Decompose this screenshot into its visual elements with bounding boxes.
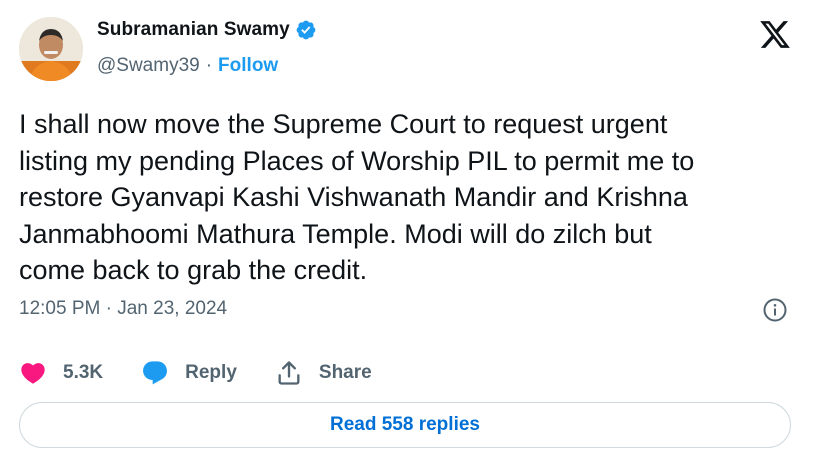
likes-count: 5.3K [63, 362, 104, 383]
heart-icon [19, 359, 47, 387]
tweet-date[interactable]: Jan 23, 2024 [117, 298, 227, 319]
author-handle-row: @Swamy39 · Follow [97, 55, 278, 77]
share-button[interactable]: Share [275, 359, 372, 387]
read-replies-button[interactable]: Read 558 replies [19, 402, 791, 448]
like-button[interactable]: 5.3K [19, 359, 103, 387]
info-icon[interactable] [762, 297, 788, 323]
tweet-text: I shall now move the Supreme Court to re… [19, 109, 695, 285]
tweet-actions: 5.3K Reply Share [19, 358, 410, 388]
verified-badge-icon [295, 19, 317, 41]
author-name-row[interactable]: Subramanian Swamy [97, 19, 317, 41]
tweet-embed-card: Subramanian Swamy @Swamy39 · Follow I sh… [0, 0, 814, 475]
author-name[interactable]: Subramanian Swamy [97, 19, 290, 41]
separator-dot: · [205, 55, 213, 76]
tweet-timestamp[interactable]: 12:05 PM · Jan 23, 2024 [19, 298, 227, 320]
avatar-image [19, 17, 83, 81]
reply-label: Reply [185, 362, 237, 383]
author-handle[interactable]: @Swamy39 [97, 55, 200, 77]
x-logo-icon[interactable] [757, 18, 793, 51]
reply-button[interactable]: Reply [141, 359, 237, 387]
timestamp-separator: · [105, 298, 112, 319]
follow-button[interactable]: Follow [218, 55, 278, 77]
avatar[interactable] [19, 17, 83, 81]
read-replies-label: Read 558 replies [330, 414, 480, 435]
reply-bubble-icon [141, 359, 169, 387]
share-label: Share [318, 362, 372, 383]
tweet-time[interactable]: 12:05 PM [19, 298, 100, 319]
share-upload-icon [275, 359, 303, 387]
